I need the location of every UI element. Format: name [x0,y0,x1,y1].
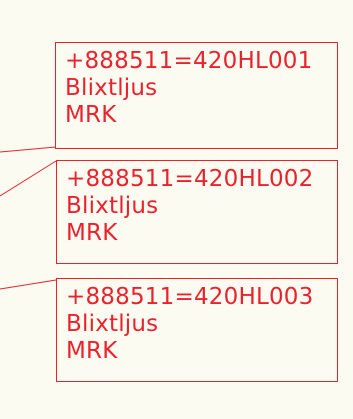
leader-line-2 [0,160,57,197]
component-code: MRK [66,338,118,364]
leader-line-1 [0,146,57,153]
component-code: MRK [66,220,118,246]
component-tag: +888511=420HL002 [66,166,314,192]
component-label-box[interactable]: +888511=420HL002 Blixtljus MRK [56,160,338,264]
component-code: MRK [65,102,117,128]
component-tag: +888511=420HL001 [65,48,313,74]
drawing-canvas: +888511=420HL001 Blixtljus MRK +888511=4… [0,0,353,419]
component-name: Blixtljus [65,75,158,101]
component-name: Blixtljus [66,311,159,337]
leader-line-3 [0,279,57,290]
component-label-box[interactable]: +888511=420HL001 Blixtljus MRK [55,42,338,149]
component-tag: +888511=420HL003 [66,284,314,310]
component-label-box[interactable]: +888511=420HL003 Blixtljus MRK [56,278,338,382]
component-name: Blixtljus [66,193,159,219]
